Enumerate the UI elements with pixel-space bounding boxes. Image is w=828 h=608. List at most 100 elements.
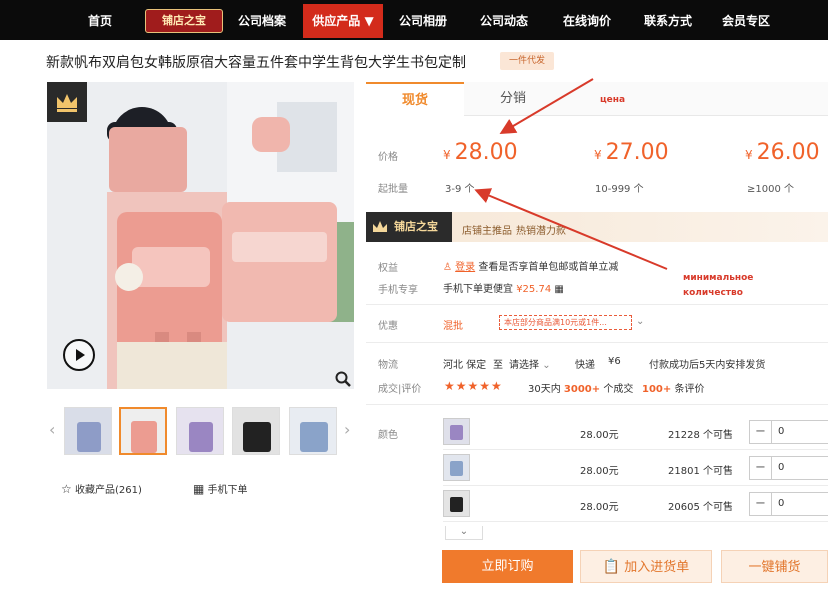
nav-shop-badge[interactable]: 铺店之宝: [145, 9, 223, 33]
nav-company-profile[interactable]: 公司档案: [232, 0, 292, 40]
ship-to-prefix: 至: [493, 360, 503, 371]
favorite-label: 收藏产品(261): [74, 485, 142, 496]
divider: [443, 485, 828, 486]
nav-company-album[interactable]: 公司相册: [393, 0, 453, 40]
benefit-text: 查看是否享首单包邮或首单立减: [478, 262, 619, 273]
qr-code-icon: ▦: [193, 482, 205, 496]
benefit-label: 权益: [378, 263, 398, 274]
thumbnail[interactable]: [176, 407, 224, 455]
thumb-prev-arrow[interactable]: ‹: [49, 420, 61, 440]
buy-now-button[interactable]: 立即订购: [442, 550, 573, 583]
zoom-icon[interactable]: [334, 370, 352, 388]
deals-reviews-label: 成交|评价: [378, 384, 422, 395]
color-option-stock: 21801 个可售: [668, 466, 733, 477]
one-click-list-button[interactable]: 一键铺货: [721, 550, 828, 583]
mobile-order-label: 手机下单: [207, 485, 248, 496]
ship-to-select[interactable]: 请选择 ⌄: [509, 356, 551, 371]
tab-in-stock[interactable]: 现货: [366, 82, 464, 117]
discount-label: 优惠: [378, 321, 398, 332]
thumb-next-arrow[interactable]: ›: [344, 420, 356, 440]
annotation-min-qty-1: минимальное: [683, 273, 754, 283]
divider: [366, 342, 828, 343]
price-tier-2: ¥27.00: [594, 140, 669, 165]
price-tier-1: ¥28.00: [443, 140, 518, 165]
decrement-button[interactable]: −: [750, 421, 772, 443]
divider: [443, 449, 828, 450]
product-title: 新款帆布双肩包女韩版原宿大容量五件套中学生背包大学生书包定制: [46, 55, 466, 71]
login-link[interactable]: 登录: [455, 262, 475, 273]
crown-icon: [371, 219, 389, 238]
color-option-thumbnail[interactable]: [443, 490, 470, 517]
nav-products-dropdown[interactable]: 供应产品 ▼: [303, 4, 383, 38]
thumbnail[interactable]: [64, 407, 112, 455]
price-tier-3: ¥26.00: [745, 140, 820, 165]
moq-tier-3: ≥1000 个: [747, 184, 795, 195]
thumbnail[interactable]: [289, 407, 337, 455]
color-option-price: 28.00元: [580, 466, 619, 477]
quantity-stepper[interactable]: − 0: [749, 456, 828, 480]
express-label: 快递: [575, 360, 595, 371]
quantity-value[interactable]: 0: [778, 421, 784, 443]
play-video-button[interactable]: [63, 339, 95, 371]
moq-tier-1: 3-9 个: [445, 184, 475, 195]
chevron-down-icon: ⌄: [542, 360, 551, 371]
thumbnail-selected[interactable]: [119, 407, 167, 455]
divider: [366, 404, 828, 405]
nav-company-news[interactable]: 公司动态: [474, 0, 534, 40]
brand-text-hot: 热销潜力款: [516, 226, 566, 237]
qr-code-icon: ▦: [554, 284, 564, 295]
tab-distribution[interactable]: 分销: [470, 82, 556, 116]
coupon-box[interactable]: 本店部分商品满10元或1件...: [499, 315, 632, 330]
thumbnail[interactable]: [232, 407, 280, 455]
mixed-batch: 混批: [443, 321, 463, 332]
mobile-order[interactable]: ▦ 手机下单: [193, 481, 248, 497]
quantity-stepper[interactable]: − 0: [749, 492, 828, 516]
dropship-tag: 一件代发: [500, 52, 554, 70]
price-label: 价格: [378, 152, 398, 163]
rating-stars: ★★★★★: [444, 379, 503, 393]
favorite-product[interactable]: ☆ 收藏产品(261): [61, 481, 142, 497]
color-option-stock: 21228 个可售: [668, 430, 733, 441]
mobile-exclusive-text: 手机下单更便宜: [443, 284, 513, 295]
nav-contact[interactable]: 联系方式: [636, 0, 700, 40]
logistics-label: 物流: [378, 360, 398, 371]
clipboard-icon: 📋: [602, 559, 621, 575]
annotation-price: цена: [600, 95, 626, 105]
quantity-stepper[interactable]: − 0: [749, 420, 828, 444]
nav-online-inquiry[interactable]: 在线询价: [554, 0, 620, 40]
user-icon: ♙: [443, 262, 452, 273]
moq-label: 起批量: [378, 184, 408, 195]
nav-member-zone[interactable]: 会员专区: [716, 0, 776, 40]
crown-icon: [57, 94, 77, 112]
color-option-price: 28.00元: [580, 430, 619, 441]
product-main-image[interactable]: [47, 82, 354, 389]
deals-info[interactable]: 30天内 3000+ 个成交: [528, 380, 633, 395]
mobile-exclusive-row[interactable]: 手机下单更便宜 ¥25.74 ▦: [443, 280, 564, 295]
color-option-stock: 20605 个可售: [668, 502, 733, 513]
add-to-cart-button[interactable]: 📋 加入进货单: [580, 550, 712, 583]
color-label: 颜色: [378, 430, 398, 441]
mobile-exclusive-label: 手机专享: [378, 285, 418, 296]
color-option-thumbnail[interactable]: [443, 418, 470, 445]
express-fee: ¥6: [608, 356, 621, 367]
ship-note: 付款成功后5天内安排发货: [649, 360, 766, 371]
reviews-info[interactable]: 100+ 条评价: [642, 380, 704, 395]
quantity-value[interactable]: 0: [778, 493, 784, 515]
annotation-min-qty-2: количество: [683, 288, 743, 298]
play-icon: [76, 349, 85, 361]
ship-from: 河北 保定: [443, 360, 487, 371]
expand-colors-button[interactable]: ⌄: [445, 526, 483, 540]
quantity-value[interactable]: 0: [778, 457, 784, 479]
color-option-price: 28.00元: [580, 502, 619, 513]
top-nav: 首页 铺店之宝 公司档案 供应产品 ▼ 公司相册 公司动态 在线询价 联系方式 …: [0, 0, 828, 40]
decrement-button[interactable]: −: [750, 457, 772, 479]
nav-home[interactable]: 首页: [80, 0, 120, 40]
color-option-thumbnail[interactable]: [443, 454, 470, 481]
product-photo-illustration: [47, 82, 354, 389]
chevron-down-icon[interactable]: ⌄: [636, 316, 644, 327]
mobile-price: ¥25.74: [516, 284, 552, 295]
moq-tier-2: 10-999 个: [595, 184, 644, 195]
benefit-row: ♙ 登录 查看是否享首单包邮或首单立减: [443, 258, 618, 273]
decrement-button[interactable]: −: [750, 493, 772, 515]
star-outline-icon: ☆: [61, 482, 72, 496]
